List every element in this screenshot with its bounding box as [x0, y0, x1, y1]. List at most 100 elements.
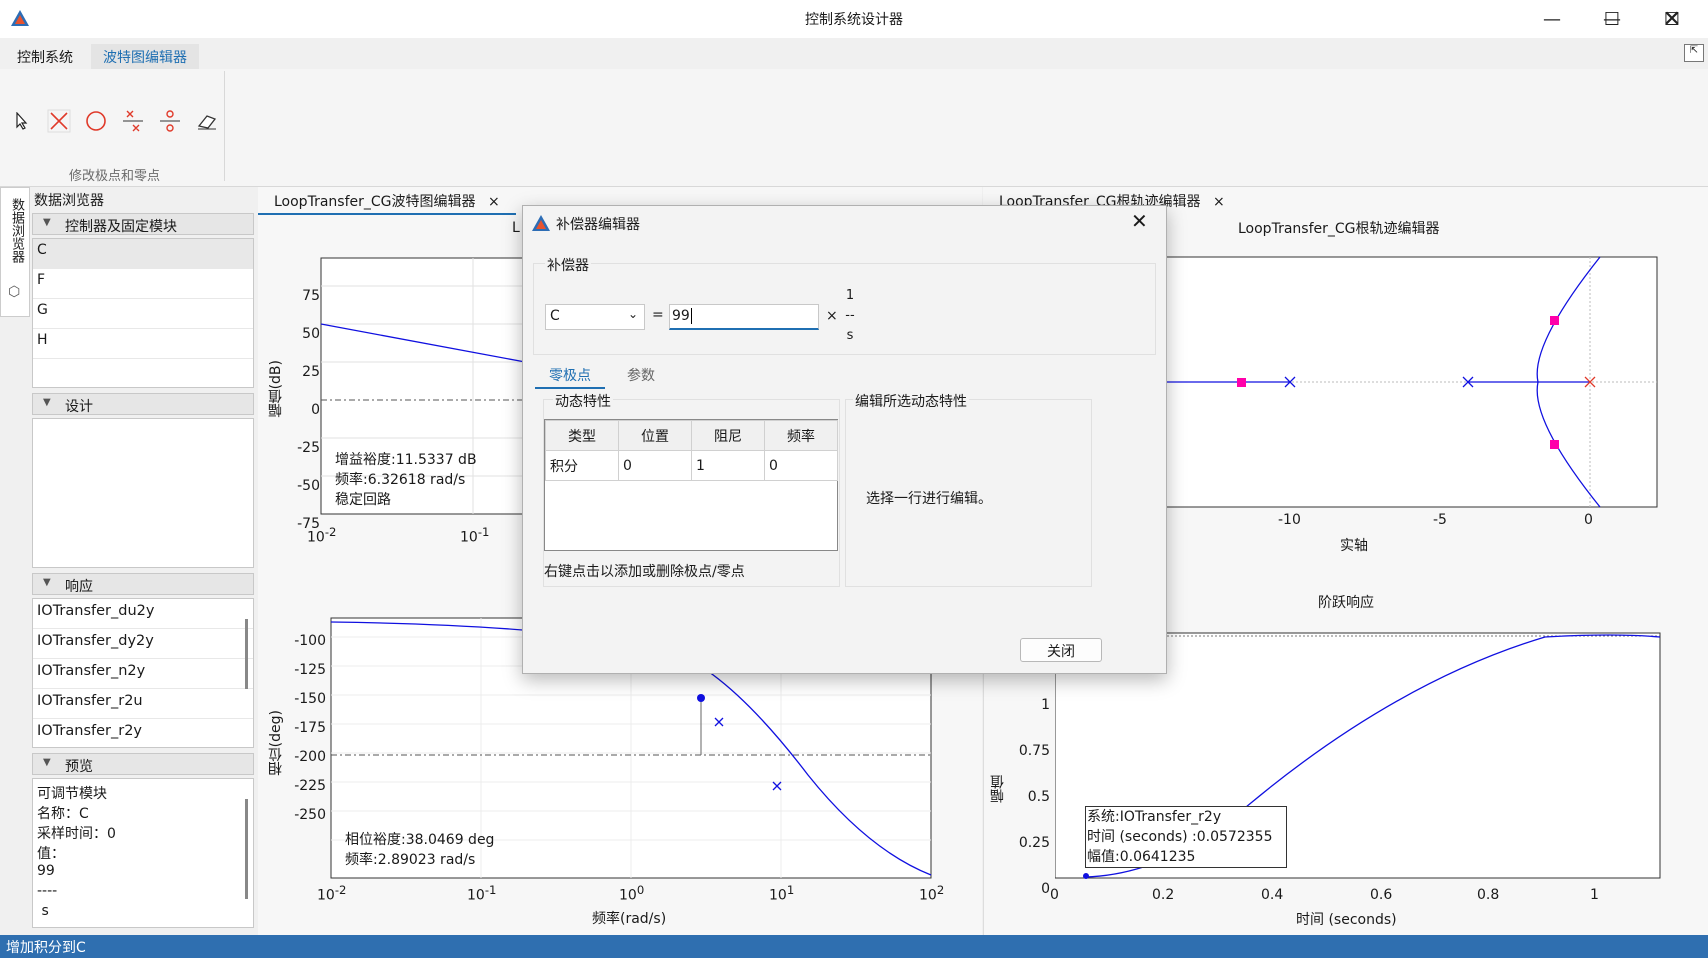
list-item[interactable]: IOTransfer_r2u: [33, 689, 253, 719]
add-complex-zero-icon[interactable]: [156, 107, 184, 135]
table-cell[interactable]: 1: [691, 450, 765, 481]
ribbon-tab-control-system[interactable]: 控制系统: [5, 44, 85, 69]
scrollbar-thumb[interactable]: [245, 619, 248, 689]
step-ylabel: 幅值: [990, 775, 1006, 803]
tick-label: 0.5: [1027, 789, 1050, 805]
step-xtick: 1: [1590, 887, 1599, 903]
equals-sign: =: [652, 307, 664, 323]
phase-xtick: 10-1: [467, 883, 497, 904]
select-pointer-icon[interactable]: [8, 107, 36, 135]
doc-tab-bode[interactable]: LoopTransfer_CG波特图编辑器 ×: [258, 187, 516, 215]
gain-margin-annotation: 增益裕度:11.5337 dB 频率:6.32618 rad/s 稳定回路: [335, 450, 477, 510]
minimize-button-2[interactable]: —: [1522, 0, 1582, 38]
column-header[interactable]: 类型: [545, 420, 619, 451]
collapse-triangle-icon: ▼: [43, 757, 51, 768]
window-title: 控制系统设计器: [805, 12, 903, 28]
section-header-controllers[interactable]: ▼ 控制器及固定模块: [32, 213, 254, 235]
add-pole-icon[interactable]: [45, 107, 73, 135]
compensator-select[interactable]: C ⌄: [545, 304, 645, 330]
browser-title: 数据浏览器: [34, 193, 104, 209]
list-item[interactable]: G: [33, 299, 253, 329]
fraction-bar: --: [845, 308, 855, 323]
phase-margin-text: 相位裕度:38.0469 deg: [345, 832, 495, 848]
ribbon-tab-bode-editor[interactable]: 波特图编辑器: [91, 44, 199, 69]
list-item[interactable]: IOTransfer_dy2y: [33, 629, 253, 659]
add-zero-icon[interactable]: [82, 107, 110, 135]
close-button[interactable]: 关闭: [1020, 638, 1102, 662]
column-header[interactable]: 阻尼: [691, 420, 765, 451]
compensator-editor-dialog: 补偿器编辑器 ✕ 补偿器 C ⌄ = 99 × 1 -- s 零极点 参数 动态…: [522, 205, 1167, 674]
phase-xtick: 10-2: [317, 883, 347, 904]
list-item[interactable]: H: [33, 329, 253, 359]
step-xtick: 0.6: [1370, 887, 1393, 903]
cube-icon: ⬡: [8, 284, 21, 300]
table-hint: 右键点击以添加或删除极点/零点: [544, 564, 745, 580]
phase-margin-annotation: 相位裕度:38.0469 deg 频率:2.89023 rad/s: [345, 830, 494, 870]
phase-ylabel: 相位(deg): [268, 710, 284, 776]
list-item[interactable]: IOTransfer_du2y: [33, 599, 253, 629]
controllers-list: C F G H: [32, 238, 254, 388]
list-item[interactable]: C: [33, 239, 253, 269]
column-header[interactable]: 位置: [618, 420, 692, 451]
bode-xlabel: 频率(rad/s): [592, 911, 667, 927]
scrollbar-thumb[interactable]: [245, 799, 248, 899]
list-item[interactable]: F: [33, 269, 253, 299]
times-sign: ×: [826, 308, 838, 324]
section-header-design[interactable]: ▼ 设计: [32, 393, 254, 415]
dialog-logo-icon: [532, 215, 550, 231]
side-tab-data-browser[interactable]: 数据浏览器 ⬡: [0, 187, 30, 317]
tick-label: 0: [311, 402, 320, 418]
section-header-responses[interactable]: ▼ 响应: [32, 573, 254, 595]
phase-freq-text: 频率:2.89023 rad/s: [345, 852, 476, 868]
preview-line: 采样时间：0: [37, 826, 116, 842]
step-xtick: 0: [1050, 887, 1059, 903]
design-list: [32, 418, 254, 568]
preview-line: 99: [37, 863, 55, 879]
rlocus-xlabel: 实轴: [1340, 538, 1368, 554]
mag-yticks: 75 50 25 0 -25 -50 -75: [292, 277, 320, 543]
edit-dynamics-group-label: 编辑所选动态特性: [853, 391, 969, 411]
table-cell[interactable]: 0: [764, 450, 838, 481]
column-header[interactable]: 频率: [764, 420, 838, 451]
ribbon-tabs: 控制系统 波特图编辑器 ⇱: [0, 38, 1708, 69]
tick-label: -25: [297, 440, 320, 456]
add-complex-pole-icon[interactable]: [119, 107, 147, 135]
eraser-icon[interactable]: [193, 107, 221, 135]
ribbon-panel: 修改极点和零点: [0, 69, 1708, 187]
mag-xtick-1e-2: 10-2: [307, 525, 337, 546]
close-tab-icon[interactable]: ×: [488, 194, 500, 210]
tick-label: -200: [294, 749, 326, 765]
table-row[interactable]: 积分 0 1 0: [545, 450, 838, 481]
datatip-tooltip: 系统:IOTransfer_r2y 时间 (seconds) :0.057235…: [1085, 806, 1287, 868]
section-header-preview[interactable]: ▼ 预览: [32, 753, 254, 775]
tick-label: 75: [302, 288, 320, 304]
table-cell[interactable]: 0: [618, 450, 692, 481]
tick-label: -250: [294, 807, 326, 823]
restore-button[interactable]: ☐: [1582, 0, 1642, 38]
gain-input[interactable]: 99: [669, 304, 819, 330]
ribbon-group-label: 修改极点和零点: [68, 169, 160, 184]
doc-tab-bode-label: LoopTransfer_CG波特图编辑器: [274, 194, 476, 210]
tab-zero-pole[interactable]: 零极点: [535, 365, 605, 389]
root-locus-plot[interactable]: [1160, 250, 1670, 520]
transfer-fraction: 1 -- s: [844, 286, 856, 346]
list-item[interactable]: IOTransfer_n2y: [33, 659, 253, 689]
step-xtick: 0.8: [1477, 887, 1500, 903]
compensator-select-value: C: [550, 308, 560, 324]
dialog-close-icon[interactable]: ✕: [1131, 209, 1148, 233]
gain-input-value: 99: [672, 308, 690, 324]
phase-xtick: 102: [919, 883, 945, 904]
tab-parameters[interactable]: 参数: [611, 365, 671, 389]
rlocus-xtick: 0: [1584, 512, 1593, 528]
close-window-button[interactable]: ✕: [1642, 0, 1702, 38]
table-cell[interactable]: 积分: [545, 450, 619, 481]
chevron-down-icon: ⌄: [628, 307, 639, 321]
collapse-ribbon-icon[interactable]: ⇱: [1684, 44, 1704, 62]
title-bar: 控制系统设计器 — ☐: [0, 0, 1708, 38]
tick-label: -50: [297, 478, 320, 494]
list-item[interactable]: IOTransfer_r2y: [33, 719, 253, 747]
phase-xtick: 100: [619, 883, 645, 904]
phase-yticks: -100 -125 -150 -175 -200 -225 -250: [290, 627, 326, 830]
close-tab-icon[interactable]: ×: [1213, 194, 1225, 210]
mag-ylabel: 幅值(dB): [268, 360, 284, 418]
